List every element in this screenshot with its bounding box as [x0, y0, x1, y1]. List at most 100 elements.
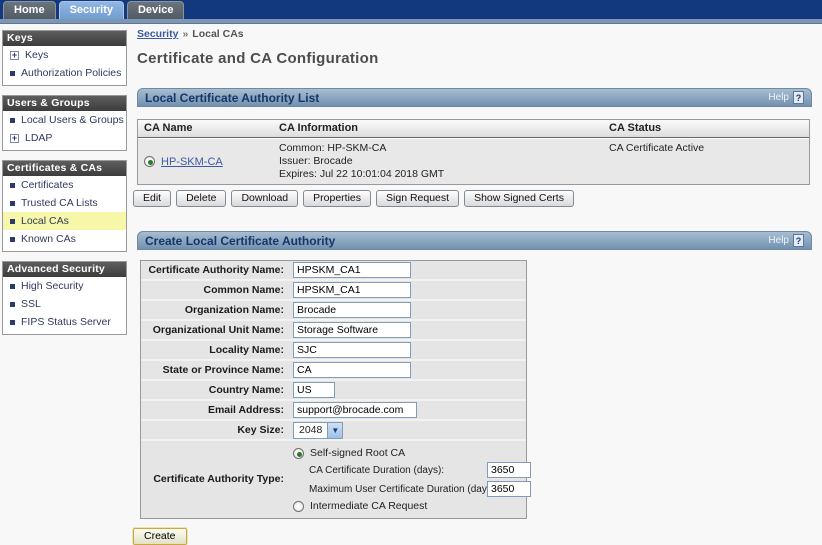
show-signed-certs-button[interactable]: Show Signed Certs [464, 190, 574, 207]
country-name-input[interactable] [293, 382, 335, 398]
chevron-down-icon[interactable]: ▼ [327, 423, 342, 438]
sidebar-item-label: Trusted CA Lists [21, 197, 98, 209]
self-signed-root-ca-option[interactable]: Self-signed Root CA [293, 447, 531, 459]
sidebar-item-label: Known CAs [21, 233, 76, 245]
help-label: Help [768, 235, 789, 246]
sidebar-item-label: Certificates [21, 179, 74, 191]
locality-name-input[interactable] [293, 342, 411, 358]
main-content: Security » Local CAs Certificate and CA Co… [137, 28, 812, 545]
sidebar-section-users-groups-title: Users & Groups [3, 96, 126, 111]
sidebar-section-certificates-cas: Certificates & CAs Certificates Trusted … [2, 160, 127, 252]
ca-name-link[interactable]: HP-SKM-CA [161, 156, 223, 168]
key-size-label: Key Size: [141, 425, 293, 436]
breadcrumb-link-security[interactable]: Security [137, 28, 178, 40]
ca-info-cell: Common: HP-SKM-CA Issuer: Brocade Expire… [273, 139, 603, 184]
create-ca-section-header: Create Local Certificate Authority Help … [137, 231, 812, 250]
state-province-name-label: State or Province Name: [141, 365, 293, 376]
sidebar-item-fips-status-server[interactable]: FIPS Status Server [3, 313, 126, 331]
form-row-key-size: Key Size: 2048 ▼ [141, 421, 526, 441]
delete-button[interactable]: Delete [176, 190, 226, 207]
common-name-input[interactable] [293, 282, 411, 298]
sidebar-item-keys[interactable]: + Keys [3, 46, 126, 64]
sidebar-item-local-cas[interactable]: Local CAs [3, 212, 126, 230]
download-button[interactable]: Download [231, 190, 298, 207]
help-icon[interactable]: ? [793, 91, 804, 104]
sidebar-item-known-cas[interactable]: Known CAs [3, 230, 126, 248]
intermediate-ca-request-option[interactable]: Intermediate CA Request [293, 500, 531, 512]
ca-row-radio[interactable] [144, 156, 155, 167]
bullet-icon [10, 183, 15, 188]
ca-certificate-duration-input[interactable] [487, 462, 531, 478]
self-signed-root-ca-radio[interactable] [293, 448, 304, 459]
help-label: Help [768, 92, 789, 103]
ca-name-input[interactable] [293, 262, 411, 278]
sidebar-item-trusted-ca-lists[interactable]: Trusted CA Lists [3, 194, 126, 212]
intermediate-ca-request-radio[interactable] [293, 501, 304, 512]
sidebar-item-authorization-policies[interactable]: Authorization Policies [3, 64, 126, 82]
expand-icon[interactable]: + [10, 51, 19, 60]
sidebar-item-ldap[interactable]: + LDAP [3, 129, 126, 147]
organizational-unit-name-input[interactable] [293, 322, 411, 338]
ca-list-help-link[interactable]: Help ? [768, 91, 804, 104]
organization-name-input[interactable] [293, 302, 411, 318]
intermediate-ca-request-option-label: Intermediate CA Request [310, 500, 427, 512]
breadcrumb-separator: » [182, 28, 188, 40]
ca-info-issuer: Issuer: Brocade [279, 155, 597, 168]
sidebar-item-label: Keys [25, 49, 48, 61]
country-name-label: Country Name: [141, 385, 293, 396]
create-button[interactable]: Create [133, 528, 187, 545]
sidebar-section-keys-title: Keys [3, 31, 126, 46]
help-icon[interactable]: ? [793, 234, 804, 247]
form-row-email-address: Email Address: [141, 401, 526, 421]
key-size-select[interactable]: 2048 ▼ [293, 422, 343, 439]
max-user-certificate-duration-input[interactable] [487, 481, 531, 497]
form-row-state-province-name: State or Province Name: [141, 361, 526, 381]
create-ca-help-link[interactable]: Help ? [768, 234, 804, 247]
sidebar-item-label: LDAP [25, 132, 52, 144]
ca-type-options: Self-signed Root CA CA Certificate Durat… [293, 441, 535, 518]
ca-table-row: HP-SKM-CA Common: HP-SKM-CA Issuer: Broc… [138, 138, 809, 184]
sidebar-item-local-users-groups[interactable]: Local Users & Groups [3, 111, 126, 129]
max-user-certificate-duration-label: Maximum User Certificate Duration (days)… [309, 484, 487, 495]
tab-security[interactable]: Security [59, 1, 124, 19]
sidebar: Keys + Keys Authorization Policies Users… [2, 30, 127, 344]
form-row-organizational-unit-name: Organizational Unit Name: [141, 321, 526, 341]
sidebar-section-keys: Keys + Keys Authorization Policies [2, 30, 127, 86]
sidebar-item-label: Local Users & Groups [21, 114, 124, 126]
ca-name-cell: HP-SKM-CA [138, 139, 273, 184]
sidebar-item-label: Local CAs [21, 215, 69, 227]
breadcrumb-current: Local CAs [192, 28, 243, 40]
properties-button[interactable]: Properties [303, 190, 371, 207]
ca-status-cell: CA Certificate Active [603, 139, 809, 184]
email-address-input[interactable] [293, 402, 417, 418]
expand-icon[interactable]: + [10, 134, 19, 143]
max-user-certificate-duration-row: Maximum User Certificate Duration (days)… [309, 481, 531, 497]
ca-type-label: Certificate Authority Type: [141, 474, 293, 485]
sidebar-item-certificates[interactable]: Certificates [3, 176, 126, 194]
form-row-organization-name: Organization Name: [141, 301, 526, 321]
nav-accent-strip [0, 19, 822, 24]
top-nav-bar: Home Security Device [0, 0, 822, 19]
create-ca-section-title: Create Local Certificate Authority [145, 234, 335, 248]
form-row-common-name: Common Name: [141, 281, 526, 301]
ca-list-section-title: Local Certificate Authority List [145, 91, 319, 105]
edit-button[interactable]: Edit [133, 190, 171, 207]
sidebar-item-high-security[interactable]: High Security [3, 277, 126, 295]
organization-name-label: Organization Name: [141, 305, 293, 316]
ca-table-col-info: CA Information [273, 120, 603, 137]
sidebar-item-label: Authorization Policies [21, 67, 121, 79]
ca-table-header-row: CA Name CA Information CA Status [138, 120, 809, 138]
tab-home[interactable]: Home [3, 1, 56, 19]
state-province-name-input[interactable] [293, 362, 411, 378]
tab-device[interactable]: Device [127, 1, 184, 19]
ca-info-common: Common: HP-SKM-CA [279, 142, 597, 155]
bullet-icon [10, 320, 15, 325]
ca-certificate-duration-label: CA Certificate Duration (days): [309, 465, 487, 476]
page-title: Certificate and CA Configuration [137, 50, 812, 67]
sign-request-button[interactable]: Sign Request [376, 190, 459, 207]
form-row-ca-type: Certificate Authority Type: Self-signed … [141, 441, 526, 518]
sidebar-item-ssl[interactable]: SSL [3, 295, 126, 313]
nav-tabs: Home Security Device [3, 1, 184, 19]
common-name-label: Common Name: [141, 285, 293, 296]
email-address-label: Email Address: [141, 405, 293, 416]
